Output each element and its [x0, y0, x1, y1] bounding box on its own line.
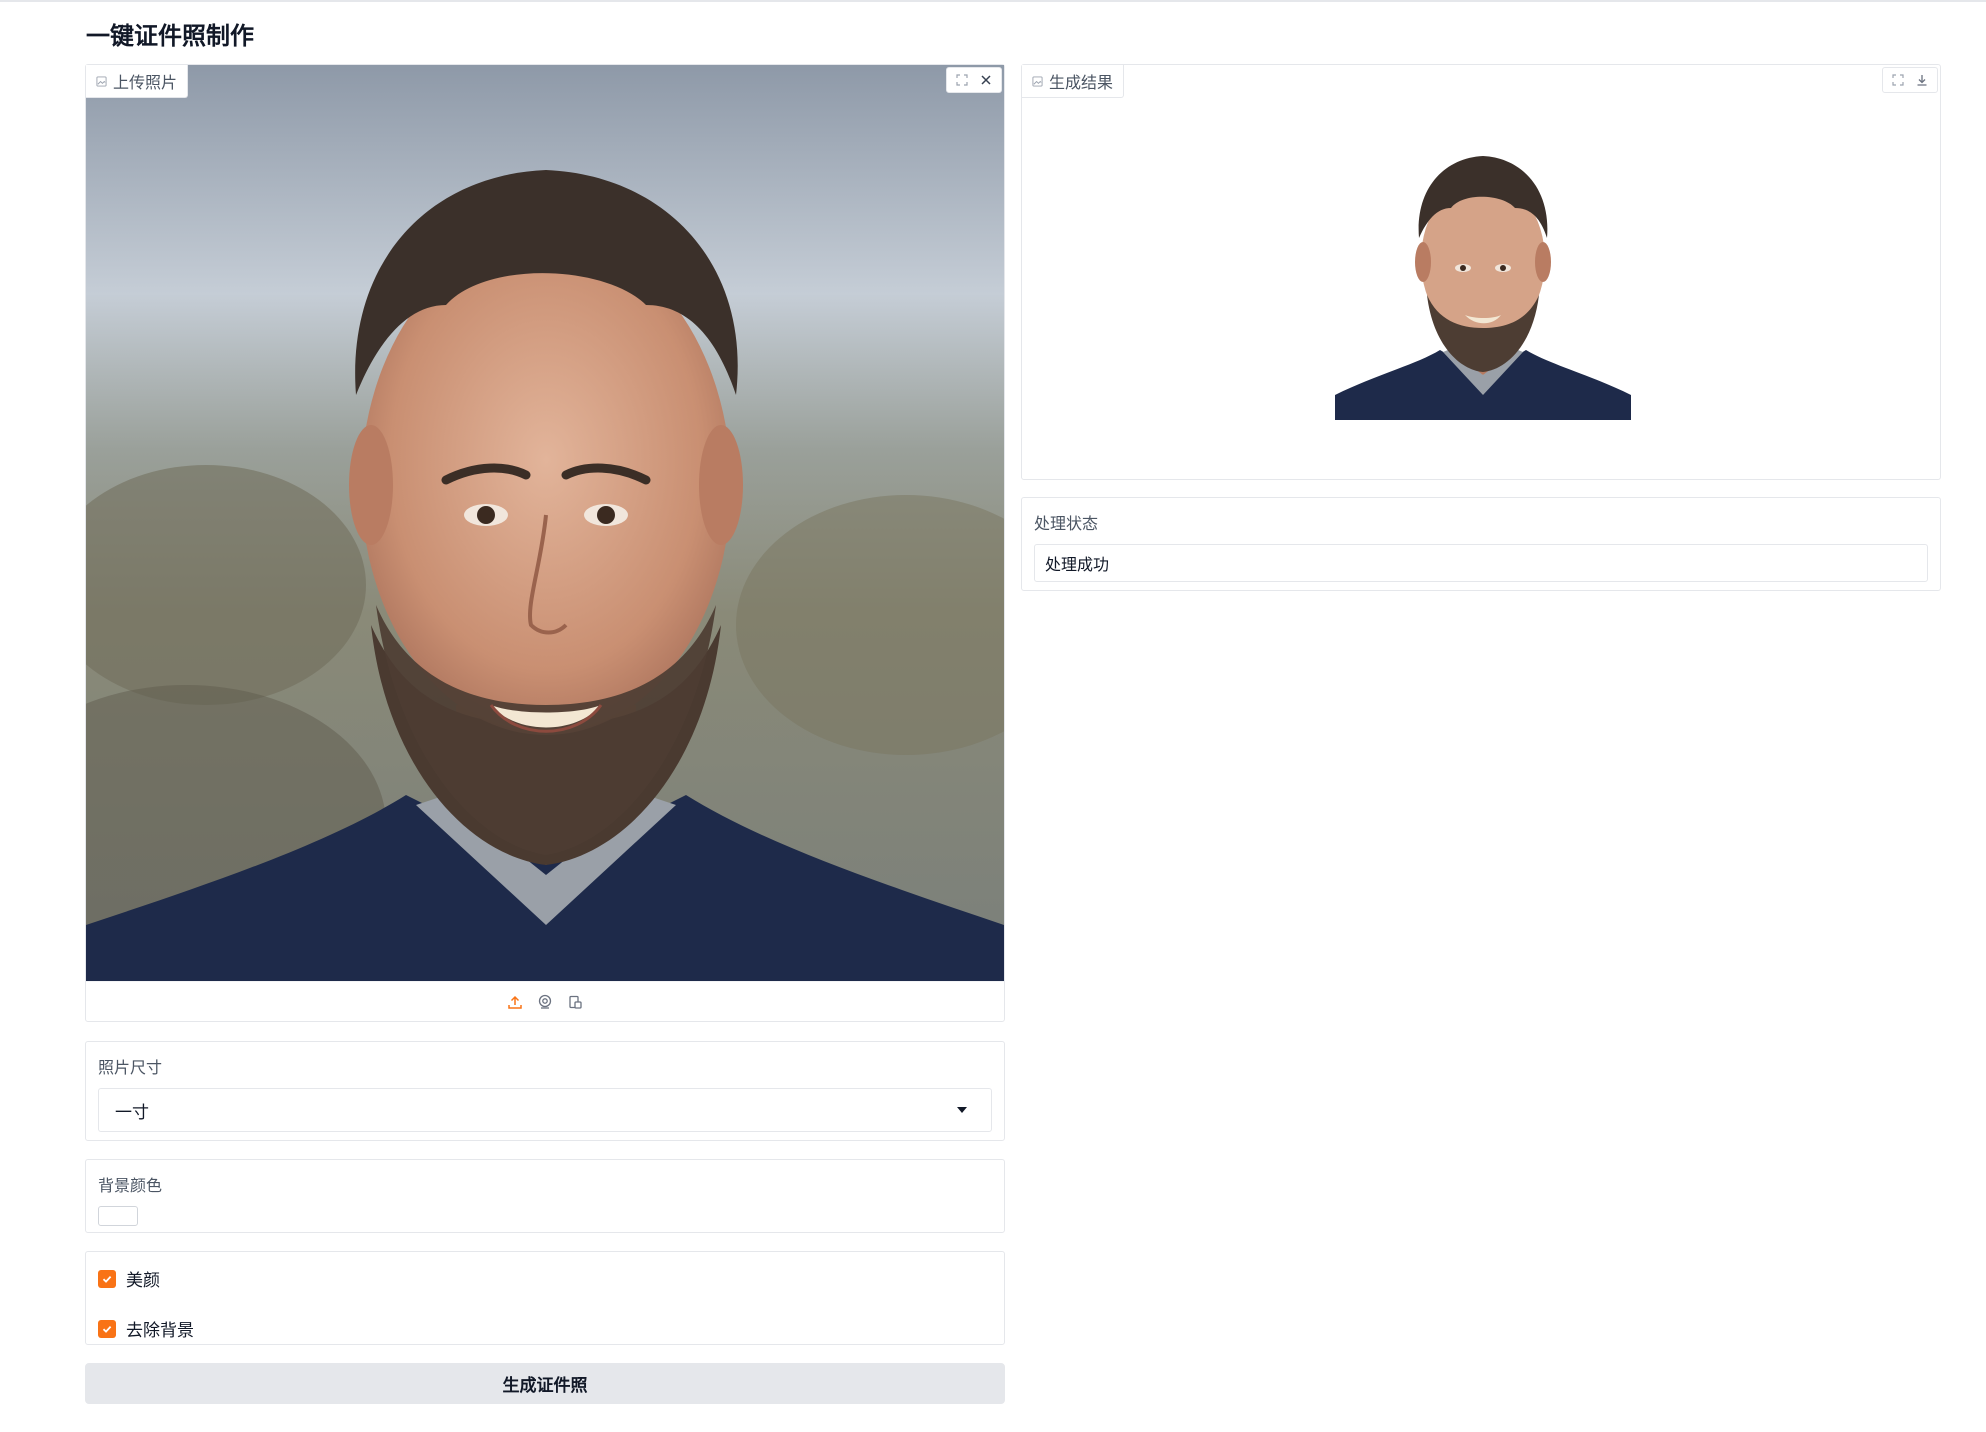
result-photo: [1022, 65, 1940, 479]
photo-size-label: 照片尺寸: [98, 1058, 163, 1077]
uploaded-photo: [86, 65, 1004, 981]
photo-size-selected: 一寸: [115, 1102, 149, 1123]
result-panel: 生成结果: [1021, 64, 1941, 480]
photo-size-block: 照片尺寸 一寸: [85, 1041, 1005, 1141]
image-source-bar: [86, 981, 1004, 1021]
download-icon[interactable]: [1911, 70, 1933, 90]
fullscreen-icon[interactable]: [951, 70, 973, 90]
remove-background-checkbox[interactable]: [98, 1319, 116, 1338]
webcam-icon[interactable]: [536, 993, 554, 1011]
result-label: 生成结果: [1022, 65, 1125, 98]
chevron-down-icon: [957, 1107, 967, 1113]
beautify-option[interactable]: 美颜: [98, 1266, 992, 1291]
options-block: 美颜 去除背景: [85, 1251, 1005, 1345]
status-block: 处理状态: [1021, 497, 1941, 591]
result-label-text: 生成结果: [1049, 73, 1114, 92]
beautify-checkbox[interactable]: [98, 1269, 116, 1288]
upload-photo-label: 上传照片: [86, 65, 189, 98]
page-title: 一键证件照制作: [86, 22, 254, 50]
photo-size-dropdown[interactable]: 一寸: [98, 1088, 992, 1132]
close-icon[interactable]: [975, 70, 997, 90]
remove-background-label: 去除背景: [126, 1321, 194, 1341]
background-color-picker[interactable]: [98, 1206, 138, 1226]
remove-background-option[interactable]: 去除背景: [98, 1316, 992, 1341]
fullscreen-icon[interactable]: [1887, 70, 1909, 90]
status-label: 处理状态: [1034, 514, 1099, 533]
beautify-label: 美颜: [126, 1271, 160, 1291]
upload-photo-panel[interactable]: 上传照片: [85, 64, 1005, 1022]
image-icon: [96, 72, 107, 91]
status-field[interactable]: [1034, 544, 1928, 582]
upload-toolbar: [946, 67, 1002, 93]
result-toolbar: [1882, 67, 1938, 93]
upload-photo-label-text: 上传照片: [113, 73, 178, 92]
background-color-block: 背景颜色: [85, 1159, 1005, 1233]
clipboard-icon[interactable]: [566, 993, 584, 1011]
upload-icon[interactable]: [506, 993, 524, 1011]
background-color-label: 背景颜色: [98, 1176, 163, 1195]
generate-button[interactable]: 生成证件照: [85, 1363, 1005, 1404]
image-icon: [1032, 72, 1043, 91]
